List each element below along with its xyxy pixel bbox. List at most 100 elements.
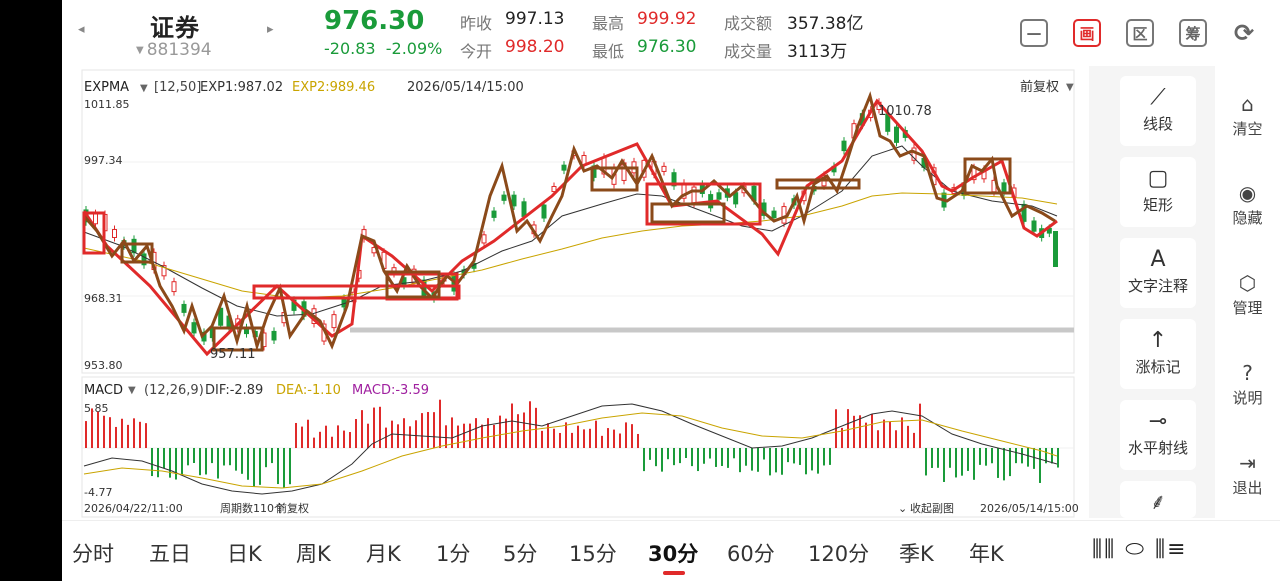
change-value: -20.83 bbox=[324, 39, 376, 58]
tab-5min[interactable]: 5分 bbox=[503, 538, 537, 568]
stat-value-prev-close: 997.13 bbox=[505, 9, 565, 29]
candle-body bbox=[771, 210, 777, 219]
tab-120min[interactable]: 120分 bbox=[808, 538, 869, 568]
drawing-tools-panel: ⟋ 线段 ▢ 矩形 A 文字注释 ↑ 涨标记 ⊸ 水平射线 ⸙ bbox=[1089, 66, 1215, 518]
next-stock-arrow-icon[interactable]: ▸ bbox=[267, 22, 274, 37]
macd-caret-icon[interactable]: ▼ bbox=[128, 385, 136, 396]
candle-body bbox=[491, 210, 497, 218]
tab-intraday[interactable]: 分时 bbox=[72, 538, 114, 568]
y-label-min: 953.80 bbox=[84, 359, 123, 372]
tab-weekly[interactable]: 周K bbox=[296, 538, 331, 568]
tab-60min[interactable]: 60分 bbox=[727, 538, 775, 568]
stock-code-text: 881394 bbox=[146, 40, 212, 60]
stat-value-low: 976.30 bbox=[637, 37, 697, 57]
exp1-value: EXP1:987.02 bbox=[200, 80, 283, 95]
macd-top-label: 5.85 bbox=[84, 402, 109, 415]
hide-button[interactable]: ◉ 隐藏 bbox=[1215, 181, 1280, 228]
candle-body bbox=[561, 164, 567, 171]
rectangle-icon: ▢ bbox=[1147, 166, 1169, 191]
adjust-caret-icon[interactable]: ▼ bbox=[1066, 82, 1074, 93]
collapse-chevron-icon[interactable]: ⌄ bbox=[898, 502, 907, 515]
line-segment-icon: ⟋ bbox=[1150, 85, 1166, 110]
exit-button[interactable]: ⇥ 退出 bbox=[1215, 451, 1280, 498]
candle-body bbox=[481, 234, 487, 244]
indicator-params: [12,50] bbox=[154, 80, 201, 95]
layout-toggle-icon[interactable]: ⫼⫼ ⬭ ⫼≡ bbox=[1092, 537, 1188, 562]
stat-value-high: 999.92 bbox=[637, 9, 697, 29]
text-note-button[interactable]: A 文字注释 bbox=[1120, 238, 1196, 308]
range-stat-icon[interactable]: 区 bbox=[1126, 19, 1154, 47]
kline-chart[interactable]: EXPMA ▼ [12,50] EXP1:987.02 EXP2:989.46 … bbox=[62, 66, 1087, 520]
tab-quarterly[interactable]: 季K bbox=[899, 538, 934, 568]
side-item-label: 管理 bbox=[1232, 299, 1263, 317]
horizontal-ray-icon: ⊸ bbox=[1148, 409, 1168, 434]
chips-icon[interactable]: 筹 bbox=[1179, 19, 1207, 47]
candle-body bbox=[691, 186, 697, 204]
indicator-name[interactable]: EXPMA bbox=[84, 80, 129, 95]
quote-header: ◂ 证券 ▼ 881394 ▸ 976.30 -20.83 -2.09% 昨收 9… bbox=[62, 0, 1280, 66]
clear-button[interactable]: ⌂ 清空 bbox=[1215, 92, 1280, 139]
minimize-icon[interactable]: — bbox=[1020, 19, 1048, 47]
tool-label: 水平射线 bbox=[1127, 439, 1188, 457]
stat-label-open: 今开 bbox=[460, 42, 493, 61]
candle-body bbox=[181, 303, 187, 313]
app-root: ◂ 证券 ▼ 881394 ▸ 976.30 -20.83 -2.09% 昨收 9… bbox=[62, 0, 1280, 581]
footer-adjust: 前复权 bbox=[276, 501, 309, 515]
tab-monthly[interactable]: 月K bbox=[366, 538, 401, 568]
rectangle-button[interactable]: ▢ 矩形 bbox=[1120, 157, 1196, 227]
manage-button[interactable]: ⬡ 管理 bbox=[1215, 271, 1280, 318]
stat-value-open: 998.20 bbox=[505, 37, 565, 57]
stat-label-low: 最低 bbox=[592, 42, 625, 61]
y-label-max: 1011.85 bbox=[84, 98, 130, 111]
tool-label: 文字注释 bbox=[1127, 277, 1188, 295]
candle-body bbox=[131, 238, 137, 254]
candle-body bbox=[781, 206, 787, 224]
side-item-label: 清空 bbox=[1232, 120, 1263, 138]
rotate-screen-icon[interactable]: ⟳ bbox=[1230, 19, 1258, 47]
candle-body bbox=[191, 322, 197, 334]
tab-15min[interactable]: 15分 bbox=[569, 538, 617, 568]
dea-value: DEA:-1.10 bbox=[276, 383, 341, 398]
candle-body bbox=[1031, 220, 1037, 232]
question-icon: ? bbox=[1242, 361, 1253, 385]
more-tools-button[interactable]: ⸙ bbox=[1120, 481, 1196, 518]
candle-body bbox=[511, 194, 517, 207]
text-icon: A bbox=[1150, 247, 1166, 272]
change-percent: -2.09% bbox=[385, 39, 443, 58]
tab-1min[interactable]: 1分 bbox=[436, 538, 470, 568]
high-point-label: 1010.78 bbox=[878, 104, 932, 119]
dif-value: DIF:-2.89 bbox=[205, 383, 263, 398]
stat-label-volume: 成交量 bbox=[724, 42, 773, 61]
candle-body bbox=[1053, 231, 1058, 267]
prev-stock-arrow-icon[interactable]: ◂ bbox=[78, 22, 85, 37]
stat-label-high: 最高 bbox=[592, 14, 625, 33]
tab-five-day[interactable]: 五日 bbox=[149, 538, 191, 568]
draw-mode-icon[interactable]: 画 bbox=[1073, 19, 1101, 47]
period-tabs: 分时 五日 日K 周K 月K 1分 5分 15分 30分 60分 120分 季K… bbox=[62, 520, 1280, 581]
candle-body bbox=[112, 229, 117, 238]
stock-name: 证券 bbox=[150, 14, 200, 42]
caret-down-icon: ▼ bbox=[136, 45, 144, 56]
end-time: 2026/05/14/15:00 bbox=[980, 502, 1079, 515]
exit-icon: ⇥ bbox=[1239, 451, 1256, 475]
tool-label: 矩形 bbox=[1142, 196, 1173, 214]
help-button[interactable]: ? 说明 bbox=[1215, 361, 1280, 408]
adjust-mode-selector[interactable]: 前复权 bbox=[1020, 79, 1059, 95]
macd-bottom-label: -4.77 bbox=[84, 486, 112, 499]
tab-daily[interactable]: 日K bbox=[227, 538, 262, 568]
line-segment-button[interactable]: ⟋ 线段 bbox=[1120, 76, 1196, 146]
side-menu: ⌂ 清空 ◉ 隐藏 ⬡ 管理 ? 说明 ⇥ 退出 bbox=[1215, 66, 1280, 518]
crosshair-datetime: 2026/05/14/15:00 bbox=[407, 80, 524, 95]
indicator-caret-icon[interactable]: ▼ bbox=[140, 83, 148, 94]
horizontal-ray-button[interactable]: ⊸ 水平射线 bbox=[1120, 400, 1196, 470]
tool-label: 线段 bbox=[1142, 115, 1173, 133]
kline-chart-area[interactable]: EXPMA ▼ [12,50] EXP1:987.02 EXP2:989.46 … bbox=[62, 66, 1087, 520]
stat-label-prev-close: 昨收 bbox=[460, 14, 493, 33]
up-mark-button[interactable]: ↑ 涨标记 bbox=[1120, 319, 1196, 389]
stock-code-selector[interactable]: ▼ 881394 bbox=[136, 40, 212, 60]
collapse-subchart-button[interactable]: 收起副图 bbox=[910, 501, 954, 515]
tab-30min[interactable]: 30分 bbox=[648, 538, 698, 568]
candle-body bbox=[841, 140, 847, 152]
macd-name[interactable]: MACD bbox=[84, 383, 123, 398]
tab-yearly[interactable]: 年K bbox=[969, 538, 1004, 568]
